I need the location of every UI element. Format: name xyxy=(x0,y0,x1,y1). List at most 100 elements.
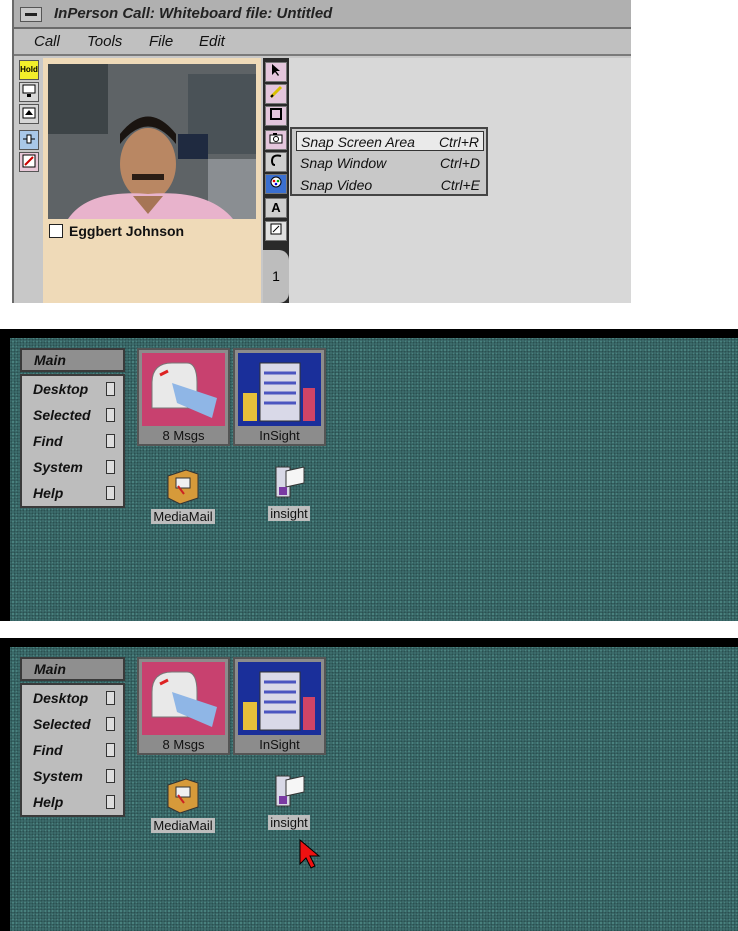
main-menu-body: Desktop Selected Find System Help xyxy=(20,683,125,817)
edit-pencil-icon[interactable] xyxy=(19,152,39,172)
icon-label: insight xyxy=(268,506,310,521)
menu-item-desktop[interactable]: Desktop xyxy=(26,378,121,402)
icon-label: insight xyxy=(268,815,310,830)
monitor-icon[interactable] xyxy=(19,82,39,102)
menu-item-find[interactable]: Find xyxy=(26,739,121,763)
person-icon xyxy=(49,224,63,238)
slider-icon[interactable] xyxy=(19,130,39,150)
submenu-icon xyxy=(106,769,115,783)
books-icon xyxy=(238,353,321,426)
left-toolbar: Hold xyxy=(18,58,40,303)
main-menu-body: Desktop Selected Find System Help xyxy=(20,374,125,508)
main-menu: Main Desktop Selected Find System Help xyxy=(20,348,125,508)
video-feed xyxy=(48,64,256,219)
video-pane: Eggbert Johnson xyxy=(43,58,261,303)
menu-item-label: Desktop xyxy=(33,381,89,397)
menu-item-help[interactable]: Help xyxy=(26,791,121,815)
menu-item-label: Snap Screen Area xyxy=(301,134,415,150)
page-tab[interactable]: 1 xyxy=(263,250,289,303)
desktop-panel-2: Main Desktop Selected Find System Help 8… xyxy=(0,638,738,931)
menu-item-label: Find xyxy=(33,742,63,758)
submenu-icon xyxy=(106,691,115,705)
mail-tile[interactable]: 8 Msgs xyxy=(137,348,230,446)
submenu-icon xyxy=(106,795,115,809)
snap-window-item[interactable]: Snap Window Ctrl+D xyxy=(296,153,484,173)
mail-tile[interactable]: 8 Msgs xyxy=(137,657,230,755)
menu-item-label: Desktop xyxy=(33,690,89,706)
main-menu: Main Desktop Selected Find System Help xyxy=(20,657,125,817)
menu-item-shortcut: Ctrl+E xyxy=(440,177,480,193)
main-menu-header[interactable]: Main xyxy=(20,657,125,681)
mailbox-icon xyxy=(142,662,225,735)
menu-tools[interactable]: Tools xyxy=(87,33,122,50)
icon-label: MediaMail xyxy=(151,509,215,524)
icon-label: MediaMail xyxy=(151,818,215,833)
menu-bar: Call Tools File Edit xyxy=(14,29,631,56)
pencil-icon[interactable] xyxy=(265,84,287,104)
menu-file[interactable]: File xyxy=(149,33,173,50)
rectangle-icon[interactable] xyxy=(265,106,287,126)
menu-item-label: Snap Video xyxy=(300,177,373,193)
books-icon xyxy=(238,662,321,735)
tile-label: 8 Msgs xyxy=(162,737,205,752)
menu-item-label: Find xyxy=(33,433,63,449)
insight-book-icon xyxy=(270,770,308,810)
insight-desktop-icon[interactable]: insight xyxy=(254,461,324,523)
mailbox-icon xyxy=(142,353,225,426)
menu-item-selected[interactable]: Selected xyxy=(26,404,121,428)
menu-item-shortcut: Ctrl+D xyxy=(439,155,480,171)
mouse-pointer-icon xyxy=(298,838,322,875)
submenu-icon xyxy=(106,382,115,396)
stage-icon[interactable] xyxy=(19,104,39,124)
inperson-window: InPerson Call: Whiteboard file: Untitled… xyxy=(12,0,631,303)
snap-submenu: Snap Screen Area Ctrl+R Snap Window Ctrl… xyxy=(290,127,488,196)
insight-book-icon xyxy=(270,461,308,501)
mediamail-desktop-icon[interactable]: MediaMail xyxy=(148,773,218,835)
insight-tile[interactable]: InSight xyxy=(233,657,326,755)
menu-item-label: Selected xyxy=(33,407,91,423)
insight-tile[interactable]: InSight xyxy=(233,348,326,446)
window-menu-button[interactable] xyxy=(20,7,42,22)
menu-item-find[interactable]: Find xyxy=(26,430,121,454)
tile-label: InSight xyxy=(259,428,300,443)
menu-item-system[interactable]: System xyxy=(26,456,121,480)
menu-item-shortcut: Ctrl+R xyxy=(438,134,479,150)
tile-label: 8 Msgs xyxy=(162,428,205,443)
submenu-icon xyxy=(106,717,115,731)
window-title: InPerson Call: Whiteboard file: Untitled xyxy=(54,5,333,22)
menu-call[interactable]: Call xyxy=(34,33,60,50)
desktop-panel-1: Main Desktop Selected Find System Help 8… xyxy=(0,329,738,621)
menu-item-label: Help xyxy=(33,485,64,501)
mediamail-desktop-icon[interactable]: MediaMail xyxy=(148,464,218,526)
submenu-icon xyxy=(106,743,115,757)
color-palette-icon[interactable] xyxy=(265,174,287,194)
text-tool-icon[interactable]: A xyxy=(265,198,287,218)
menu-item-label: Snap Window xyxy=(300,155,387,171)
snap-video-item[interactable]: Snap Video Ctrl+E xyxy=(296,175,484,195)
menu-edit[interactable]: Edit xyxy=(199,33,225,50)
insight-desktop-icon[interactable]: insight xyxy=(254,770,324,832)
mediamail-icon xyxy=(164,464,202,505)
menu-item-selected[interactable]: Selected xyxy=(26,713,121,737)
submenu-icon xyxy=(106,460,115,474)
menu-item-help[interactable]: Help xyxy=(26,482,121,506)
menu-item-system[interactable]: System xyxy=(26,765,121,789)
submenu-icon xyxy=(106,486,115,500)
whiteboard-toolbar: A 1 xyxy=(263,58,289,303)
snap-screen-area-item[interactable]: Snap Screen Area Ctrl+R xyxy=(296,131,484,151)
submenu-icon xyxy=(106,434,115,448)
tile-label: InSight xyxy=(259,737,300,752)
main-menu-header[interactable]: Main xyxy=(20,348,125,372)
title-bar: InPerson Call: Whiteboard file: Untitled xyxy=(14,0,631,29)
menu-item-desktop[interactable]: Desktop xyxy=(26,687,121,711)
hold-button[interactable]: Hold xyxy=(19,60,39,80)
camera-icon[interactable] xyxy=(265,130,287,150)
menu-item-label: Selected xyxy=(33,716,91,732)
participant-name: Eggbert Johnson xyxy=(69,223,185,239)
participant-caption: Eggbert Johnson xyxy=(49,223,184,239)
lasso-icon[interactable] xyxy=(265,152,287,172)
menu-item-label: Help xyxy=(33,794,64,810)
arrow-pointer-icon[interactable] xyxy=(265,62,287,82)
menu-item-label: System xyxy=(33,459,83,475)
eraser-icon[interactable] xyxy=(265,221,287,241)
